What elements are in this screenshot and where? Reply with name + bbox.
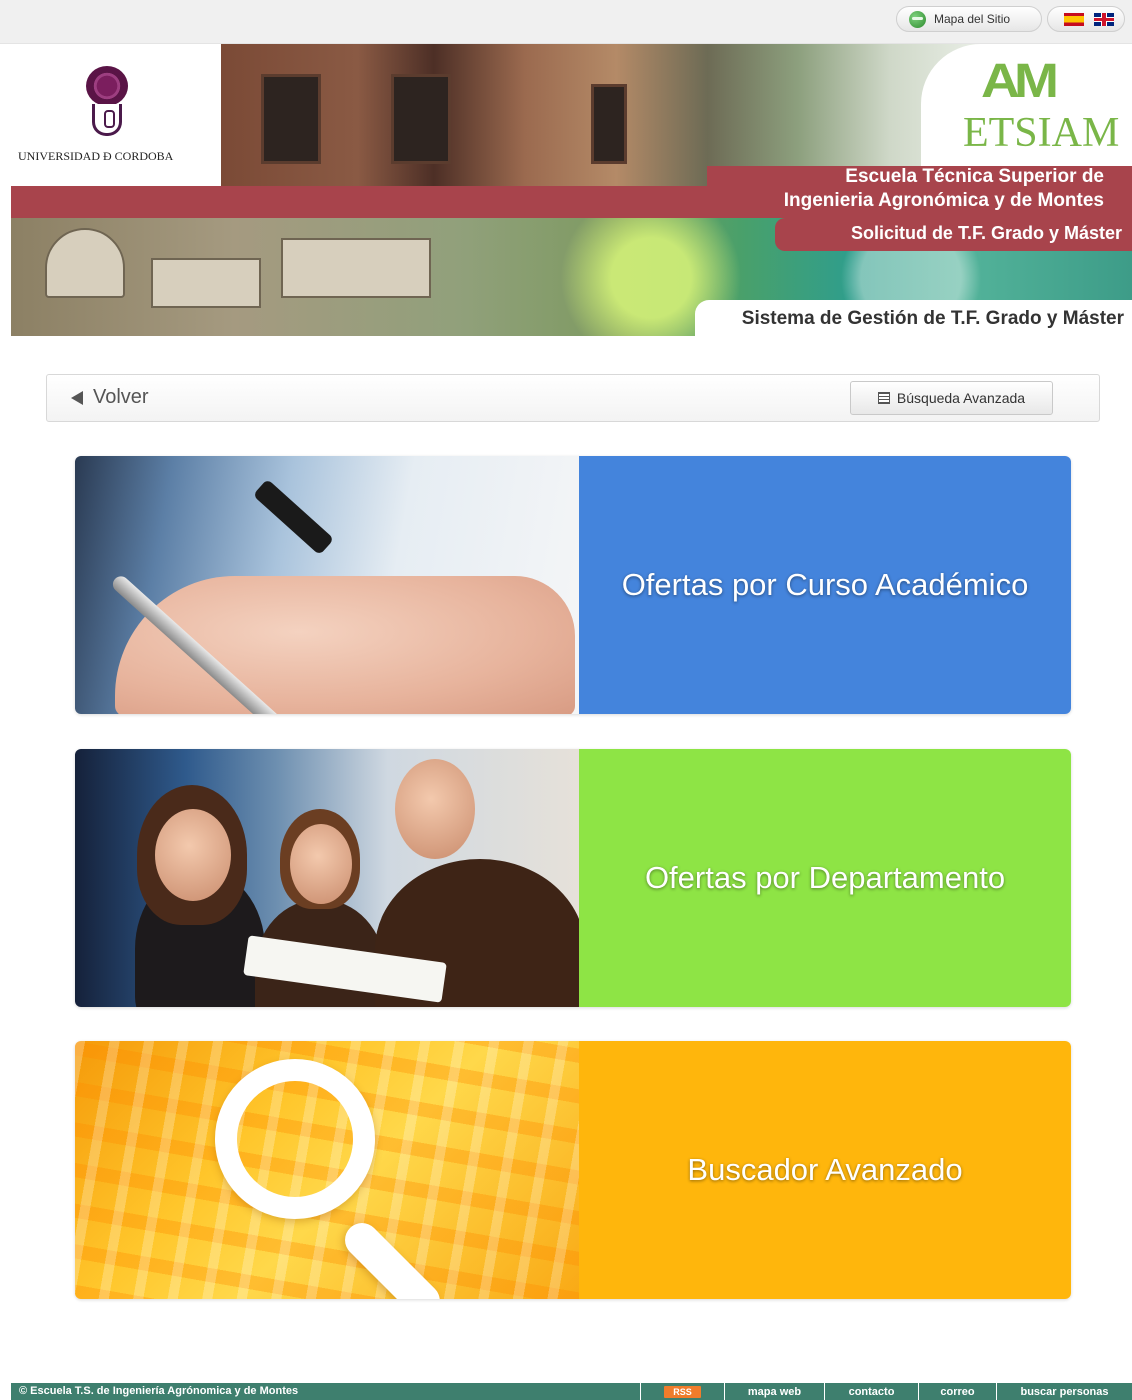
- card-offers-by-academic-year[interactable]: Ofertas por Curso Académico: [75, 456, 1071, 714]
- footer-link-sitemap[interactable]: mapa web: [724, 1383, 824, 1400]
- aerial-building: [281, 238, 431, 298]
- footer-link-rss[interactable]: RSS: [640, 1383, 724, 1400]
- back-button[interactable]: Volver: [71, 386, 149, 409]
- writing-hand-image: [75, 456, 579, 714]
- university-logo[interactable]: UNIVERSIDAD Ð CORDOBA: [11, 44, 221, 186]
- card-advanced-search[interactable]: Buscador Avanzado: [75, 1041, 1071, 1299]
- sitemap-label: Mapa del Sitio: [934, 12, 1011, 26]
- card-offers-by-department[interactable]: Ofertas por Departamento: [75, 749, 1071, 1007]
- footer-copyright: © Escuela T.S. de Ingeniería Agrónomica …: [19, 1385, 299, 1397]
- advanced-search-label: Búsqueda Avanzada: [896, 390, 1026, 406]
- campus-building-photo: [221, 44, 981, 186]
- system-title: Sistema de Gestión de T.F. Grado y Máste…: [741, 308, 1124, 329]
- list-icon: [877, 392, 890, 404]
- top-utility-bar: Mapa del Sitio: [0, 0, 1132, 44]
- app-subtitle: Solicitud de T.F. Grado y Máster: [850, 223, 1122, 243]
- university-shield-icon: [82, 66, 132, 136]
- footer-link-mail[interactable]: correo: [918, 1383, 996, 1400]
- building-window: [591, 84, 627, 164]
- magnifier-icon: [215, 1059, 375, 1219]
- sitemap-link[interactable]: Mapa del Sitio: [896, 6, 1042, 32]
- school-logo-text: ETSIAM: [963, 110, 1120, 156]
- school-title: Escuela Técnica Superior de Ingenieria A…: [707, 166, 1132, 218]
- university-name: UNIVERSIDAD Ð CORDOBA: [18, 149, 174, 163]
- back-label: Volver: [93, 386, 149, 408]
- card-panel: Ofertas por Curso Académico: [579, 456, 1071, 714]
- card-label: Ofertas por Departamento: [644, 860, 1006, 895]
- school-logo[interactable]: AM ETSIAM: [921, 44, 1132, 170]
- rss-icon: RSS: [664, 1385, 701, 1398]
- card-panel: Ofertas por Departamento: [579, 749, 1071, 1007]
- footer-link-people-search[interactable]: buscar personas: [996, 1383, 1132, 1400]
- school-logo-mark: AM: [981, 54, 1059, 108]
- navigation-toolbar: Volver Búsqueda Avanzada: [46, 374, 1100, 422]
- card-label: Ofertas por Curso Académico: [621, 567, 1029, 602]
- footer: © Escuela T.S. de Ingeniería Agrónomica …: [11, 1383, 1132, 1400]
- school-title-line2: Ingenieria Agronómica y de Montes: [783, 190, 1104, 211]
- spanish-flag-icon[interactable]: [1064, 12, 1084, 26]
- system-title-plate: Sistema de Gestión de T.F. Grado y Máste…: [695, 300, 1132, 336]
- school-title-line1: Escuela Técnica Superior de: [845, 166, 1104, 187]
- globe-icon: [909, 10, 926, 28]
- advanced-search-button[interactable]: Búsqueda Avanzada: [850, 381, 1053, 415]
- aerial-building: [151, 258, 261, 308]
- card-panel: Buscador Avanzado: [579, 1041, 1071, 1299]
- card-label: Buscador Avanzado: [687, 1152, 963, 1187]
- language-selector: [1047, 6, 1125, 32]
- subtitle-plate: Solicitud de T.F. Grado y Máster: [775, 218, 1132, 251]
- aerial-building: [45, 228, 125, 298]
- back-arrow-icon: [71, 390, 83, 405]
- building-window: [391, 74, 451, 164]
- footer-links: RSS mapa web contacto correo buscar pers…: [640, 1383, 1132, 1400]
- building-window: [261, 74, 321, 164]
- uk-flag-icon[interactable]: [1094, 12, 1114, 26]
- magnifier-image: [75, 1041, 579, 1299]
- people-reading-image: [75, 749, 579, 1007]
- footer-link-contact[interactable]: contacto: [824, 1383, 918, 1400]
- header-banner: UNIVERSIDAD Ð CORDOBA AM ETSIAM Escuela …: [11, 44, 1132, 336]
